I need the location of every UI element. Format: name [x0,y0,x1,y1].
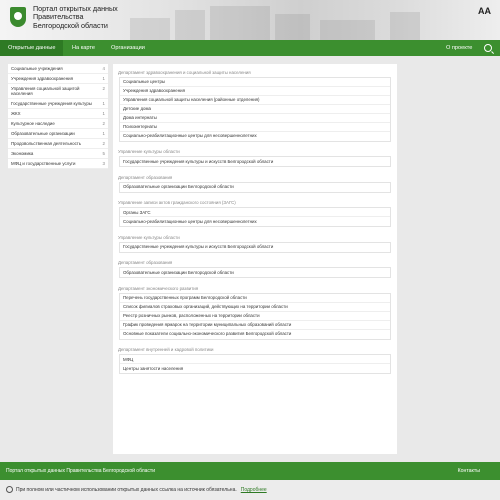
section-box: Образовательные организации Белгородской… [119,267,391,278]
search-icon[interactable] [484,44,492,52]
dataset-link[interactable]: Дома интернаты [120,114,390,123]
dataset-link[interactable]: МФЦ [120,355,390,364]
dataset-link[interactable]: Основные показатели социально-экономичес… [120,330,390,339]
sidebar-item-label: МФЦ и государственные услуги [11,161,76,166]
section-box: МФЦ Центры занятости населения [119,354,391,374]
sidebar-item[interactable]: Экономика 5 [8,149,108,159]
nav-open-data[interactable]: Открытые данные [0,40,64,56]
sidebar-item-count: 2 [102,121,105,126]
notice-text-wrap: При полном или частичном использовании о… [16,487,267,493]
sidebar-item-label: Учреждения здравоохранения [11,76,74,81]
sidebar-item[interactable]: Социальные учреждения 4 [8,64,108,74]
sidebar-item[interactable]: Государственные учреждения культуры 1 [8,99,108,109]
sidebar-item-label: Культурное наследие [11,121,55,126]
section-title: Департамент здравоохранения и социальной… [118,69,251,75]
site-title-line3: Белгородской области [33,20,108,30]
dataset-link[interactable]: Органы ЗАГС [120,208,390,217]
sidebar-item-label: Управления социальной защитой населения [11,86,80,96]
dataset-link[interactable]: Государственные учреждения культуры и ис… [120,157,390,166]
nav-organizations[interactable]: Организации [103,40,153,56]
dataset-link[interactable]: Социальные центры [120,78,390,87]
sidebar-item-count: 1 [102,131,105,136]
section-box: Образовательные организации Белгородской… [119,181,391,193]
section-title: Управление записи актов гражданского сос… [118,200,236,205]
dataset-link[interactable]: Управления социальной защиты населения (… [120,96,390,105]
sidebar-item[interactable]: Образовательные организации 1 [8,129,108,139]
sidebar-item[interactable]: ЖКХ 1 [8,109,108,119]
section-title: Департамент образования [118,174,173,180]
section-title: Департамент образования [118,260,173,265]
dataset-link[interactable]: Перечень государственных программ Белгор… [120,294,390,303]
sidebar-item[interactable]: Продовольственная деятельность 2 [8,139,108,149]
sidebar-item[interactable]: МФЦ и государственные услуги 3 [8,159,108,169]
section-title: Департамент экономического развития [118,285,199,291]
section-box: Государственные учреждения культуры и ис… [119,156,391,167]
sidebar-item-count: 4 [102,66,105,71]
dataset-link[interactable]: Учреждения здравоохранения [120,87,390,96]
sidebar-item-label: Экономика [11,151,34,156]
notice-text: При полном или частичном использовании о… [16,487,237,493]
footer-contacts-link[interactable]: Контакты [458,468,480,474]
main-nav: Открытые данные На карте Организации О п… [0,40,500,56]
section-box: Перечень государственных программ Белгор… [119,292,391,340]
sidebar-item-label: Социальные учреждения [11,66,63,71]
sidebar-item-count: 1 [102,111,105,116]
dataset-link[interactable]: Психоинтернаты [120,123,390,132]
sidebar-item[interactable]: Культурное наследие 2 [8,119,108,129]
sidebar-item-label: Продовольственная деятельность [11,141,82,146]
sidebar-item-label: Образовательные организации [11,131,75,136]
nav-about[interactable]: О проекте [438,40,480,56]
dataset-link[interactable]: График проведения ярмарок на территории … [120,321,390,330]
section-box: Государственные учреждения культуры и ис… [119,241,391,253]
dataset-link[interactable]: Социально-реабилитационные центры для не… [120,132,390,141]
dataset-link[interactable]: Центры занятости населения [120,364,390,373]
site-footer: Портал открытых данных Правительства Бел… [0,462,500,480]
category-sidebar: Социальные учреждения 4 Учреждения здраво… [8,64,108,169]
sidebar-item-label: ЖКХ [11,111,21,116]
sidebar-item-count: 1 [102,101,105,106]
dataset-link[interactable]: Социально-реабилитационные центры для не… [120,217,390,226]
site-header: Портал открытых данных Правительства Бел… [0,0,500,40]
dataset-link[interactable]: Государственные учреждения культуры и ис… [120,243,390,252]
coat-of-arms-logo[interactable] [10,7,26,27]
copyright-icon [6,486,13,493]
section-title: Управление культуры области [118,149,180,154]
sidebar-item[interactable]: Учреждения здравоохранения 1 [8,74,108,84]
section-title: Управление культуры области [118,234,180,240]
dataset-link[interactable]: Реестр розничных рынков, расположенных н… [120,312,390,321]
sidebar-item[interactable]: Управления социальной защитой населения 2 [8,84,108,99]
license-notice: При полном или частичном использовании о… [0,480,500,500]
sidebar-item-count: 5 [102,151,105,156]
footer-copyright: Портал открытых данных Правительства Бел… [6,468,155,474]
font-size-toggle[interactable]: AA [478,6,491,16]
sidebar-item-count: 3 [102,161,105,166]
section-title: Департамент внутренней и кадровой полити… [118,347,214,352]
dataset-link[interactable]: Детские дома [120,105,390,114]
sidebar-item-count: 2 [102,141,105,146]
section-box: Органы ЗАГС Социально-реабилитационные ц… [119,207,391,227]
site-title[interactable]: Портал открытых данных Правительства Бел… [33,4,143,30]
nav-map[interactable]: На карте [64,40,103,56]
dataset-list: Департамент здравоохранения и социальной… [113,64,397,454]
dataset-link[interactable]: Образовательные организации Белгородской… [120,268,390,277]
sidebar-item-label: Государственные учреждения культуры [11,101,92,106]
dataset-link[interactable]: Список филиалов страховых организаций, д… [120,303,390,312]
sidebar-item-count: 2 [102,86,105,91]
section-box: Социальные центры Учреждения здравоохран… [119,76,391,142]
dataset-link[interactable]: Образовательные организации Белгородской… [120,183,390,192]
sidebar-item-count: 1 [102,76,105,81]
notice-more-link[interactable]: Подробнее [241,487,267,493]
